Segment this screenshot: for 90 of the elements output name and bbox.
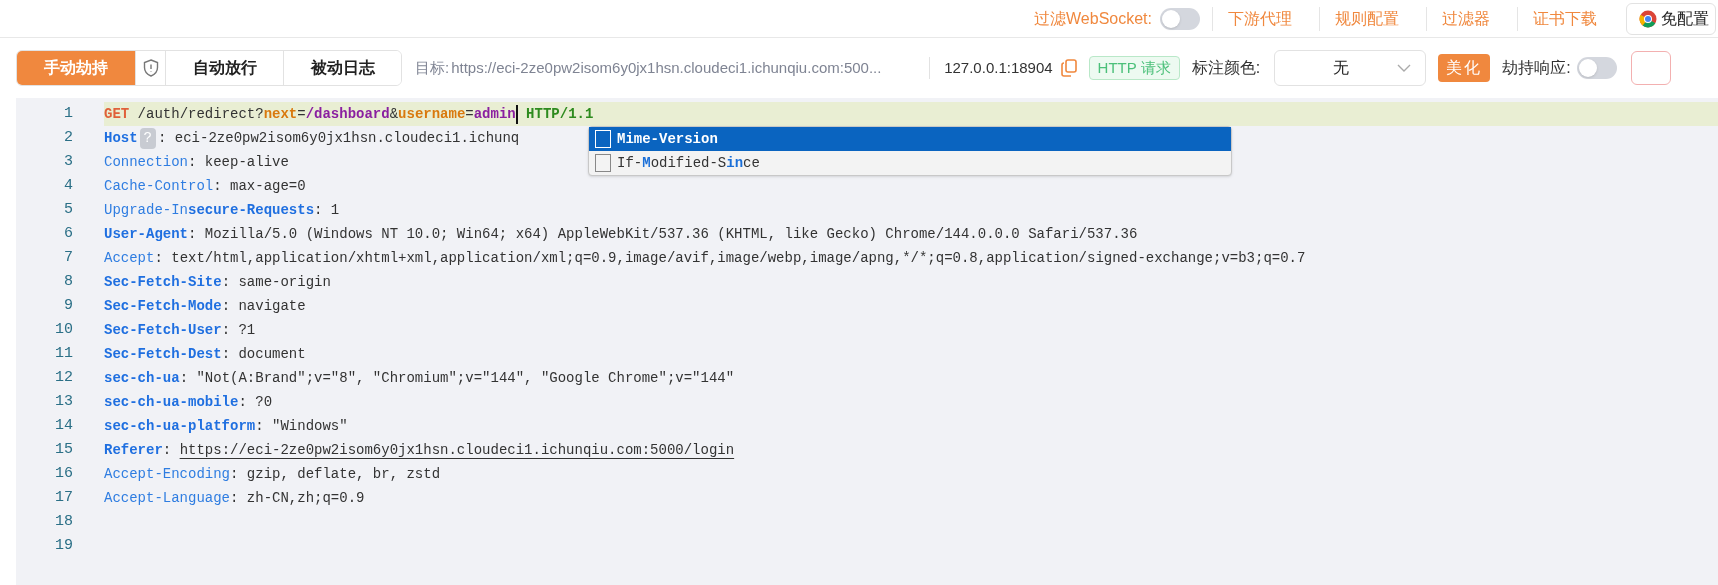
code-token: : same-origin [221, 272, 331, 292]
line-number: 8 [63, 271, 73, 292]
code-token: Sec-Fetch-Mode [104, 296, 222, 316]
code-token: : navigate [221, 296, 306, 316]
code-token: next [263, 104, 298, 124]
code-token: secure-Requests [188, 200, 315, 220]
line-number: 3 [63, 151, 73, 172]
address-text: 127.0.0.1:18904 [944, 57, 1053, 78]
line-number: 6 [63, 223, 73, 244]
line-number: 5 [63, 199, 73, 220]
code-token: : ?1 [221, 320, 256, 340]
line-number: 14 [54, 415, 73, 436]
line-number: 19 [54, 535, 73, 556]
code-token: : "Not(A:Brand";v="8", "Chromium";v="144", "Google Chrome";v="144" [179, 368, 735, 388]
code-token: = [297, 104, 306, 124]
code-token: : text/html,application/xhtml+xml,application/xml;q=0.9,image/avif,image/webp,image/apng,*/*;q=0.8,application/signed-exchange;v=b3;q=0.7 [154, 248, 1306, 268]
beautify-button[interactable]: 美化 [1438, 54, 1491, 82]
code-token: : keep-alive [188, 152, 289, 172]
line-number: 12 [54, 367, 73, 388]
code-token: Referer [104, 440, 163, 460]
code-token: Connection [104, 152, 188, 172]
code-token: Cache-Control [104, 176, 214, 196]
line-number: 9 [63, 295, 73, 316]
code-token: Accept [104, 248, 155, 268]
code-token: GET [104, 104, 130, 124]
top-link[interactable]: 规则配置 [1319, 6, 1414, 31]
code-token: : zh-CN,zh;q=0.9 [230, 488, 365, 508]
line-number: 15 [54, 439, 73, 460]
websocket-filter-label: 过滤WebSocket: [1034, 8, 1152, 29]
line-number: 2 [63, 127, 73, 148]
color-label: 标注颜色: [1191, 58, 1261, 78]
browser-logo-icon [1639, 9, 1657, 28]
code-token: Sec-Fetch-User [104, 320, 222, 340]
code-token: https://eci-2ze0pw2isom6y0jx1hsn.cloudeci1.ichunqiu.com:5000/login [179, 440, 735, 460]
code-token: Accept-Encoding [104, 464, 231, 484]
help-badge[interactable]: ? [139, 127, 156, 149]
code-token: : ?0 [238, 392, 273, 412]
line-number: 17 [54, 487, 73, 508]
code-token: Host [104, 128, 138, 148]
code-token: Sec-Fetch-Site [104, 272, 222, 292]
line-number: 18 [54, 511, 73, 532]
toggle-switch[interactable] [1576, 57, 1617, 79]
code-token: admin [473, 104, 516, 124]
shield-alert-icon [142, 59, 159, 77]
suggestion-item[interactable]: Mime-Version [589, 127, 1231, 151]
top-link[interactable]: 下游代理 [1212, 6, 1307, 31]
code-token: User-Agent [104, 224, 188, 244]
code-token: : "Windows" [255, 416, 348, 436]
browser-button[interactable]: 免配置 [1626, 2, 1716, 35]
copy-icon[interactable] [1060, 59, 1077, 77]
code-token: : gzip, deflate, br, zstd [230, 464, 441, 484]
toggle-switch[interactable] [1160, 7, 1200, 30]
suggestion-kind-icon [595, 130, 611, 148]
color-select[interactable]: 无 [1274, 50, 1427, 86]
line-number: 11 [54, 343, 73, 364]
code-token: : 1 [314, 200, 340, 220]
suggestion-item[interactable]: If-Modified-Since [589, 151, 1231, 175]
code-token: = [465, 104, 474, 124]
line-number: 13 [54, 391, 73, 412]
hijack-response-label: 劫持响应: [1502, 58, 1571, 78]
line-number: 16 [54, 463, 73, 484]
code-token: : max-age=0 [213, 176, 306, 196]
line-number: 10 [54, 319, 73, 340]
line-number: 7 [63, 247, 73, 268]
code-token: username [398, 104, 466, 124]
code-token: : [162, 440, 173, 460]
mode-tab[interactable]: 手动劫持 [17, 51, 135, 85]
top-link[interactable]: 证书下载 [1517, 6, 1612, 31]
line-number: 4 [63, 175, 73, 196]
code-token: sec-ch-ua-mobile [104, 392, 239, 412]
code-token: /dashboard [305, 104, 390, 124]
code-token: sec-ch-ua [104, 368, 180, 388]
code-token: Accept-Language [104, 488, 231, 508]
code-token: Sec-Fetch-Dest [104, 344, 222, 364]
code-token: & [389, 104, 399, 124]
code-token: sec-ch-ua-platform [104, 416, 256, 436]
code-token: : Mozilla/5.0 (Windows NT 10.0; Win64; x64) AppleWebKit/537.36 (KHTML, like Gecko) Chrome/144.0.0.0 Safari/537.36 [188, 224, 1138, 244]
suggestion-kind-icon [595, 154, 611, 172]
protocol-badge: HTTP 请求 [1088, 56, 1180, 80]
code-token: : eci-2ze0pw2isom6y0jx1hsn.cloudeci1.ichunq [158, 128, 520, 148]
mode-tab[interactable]: 被动日志 [283, 51, 401, 85]
line-number: 1 [63, 103, 73, 124]
target-label: 目标: [415, 57, 450, 78]
code-token: : document [221, 344, 306, 364]
target-url: https://eci-2ze0pw2isom6y0jx1hsn.cloudeci1.ichunqiu.com:500... [451, 57, 883, 78]
chevron-down-icon [1397, 64, 1412, 72]
code-token: /auth/redirect? [136, 104, 264, 124]
code-token: Upgrade-In [104, 200, 188, 220]
code-token: HTTP/1.1 [525, 104, 594, 124]
top-link[interactable]: 过滤器 [1426, 6, 1505, 31]
